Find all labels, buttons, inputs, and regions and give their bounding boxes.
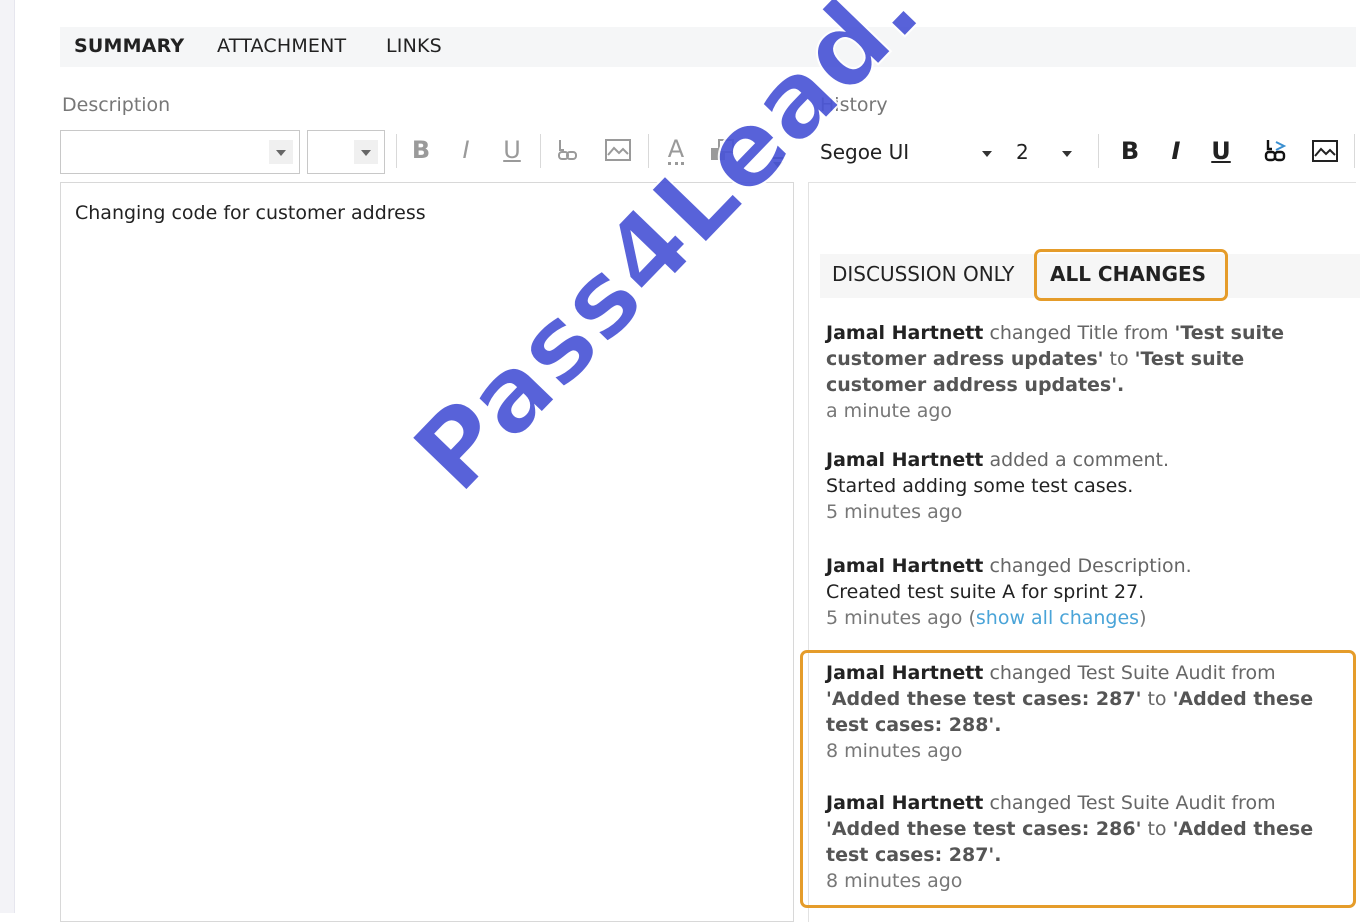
entry-author[interactable]: Jamal Hartnett: [826, 792, 983, 814]
toolbar-divider: [1354, 134, 1355, 168]
entry-field: Test Suite Audit: [1077, 792, 1226, 814]
tab-summary[interactable]: SUMMARY: [74, 35, 184, 57]
entry-author[interactable]: Jamal Hartnett: [826, 322, 983, 344]
filter-discussion-only[interactable]: DISCUSSION ONLY: [832, 262, 1014, 286]
chevron-down-icon[interactable]: [982, 151, 992, 157]
entry-to-word: to: [1147, 688, 1167, 710]
entry-author[interactable]: Jamal Hartnett: [826, 555, 983, 577]
entry-field: Description.: [1077, 555, 1192, 577]
image-icon: [605, 139, 631, 161]
entry-field: Title: [1077, 322, 1119, 344]
tab-links[interactable]: LINKS: [386, 35, 442, 57]
tab-attachment[interactable]: ATTACHMENT: [217, 35, 346, 57]
toolbar-divider: [396, 134, 397, 168]
history-size-select[interactable]: 2: [1016, 140, 1029, 164]
entry-time: 5 minutes ago: [826, 501, 963, 523]
entry-from-word: from: [1124, 322, 1169, 344]
entry-verb: changed: [989, 555, 1072, 577]
font-size-select[interactable]: [307, 130, 385, 174]
history-entry: Jamal Hartnett changed Description. Crea…: [826, 553, 1326, 631]
toolbar-divider: [540, 134, 541, 168]
link-button[interactable]: [550, 130, 586, 170]
paren-close: ): [1139, 607, 1147, 629]
entry-time: a minute ago: [826, 400, 953, 422]
insert-image-button[interactable]: [600, 130, 636, 170]
history-entry: Jamal Hartnett changed Test Suite Audit …: [826, 790, 1326, 894]
entry-verb: added a comment.: [989, 449, 1169, 471]
entry-from-word: from: [1231, 792, 1276, 814]
history-bold-button[interactable]: B: [1113, 132, 1147, 170]
entry-verb: changed: [989, 792, 1072, 814]
image-icon: [1312, 140, 1338, 162]
chevron-down-icon[interactable]: [1062, 151, 1072, 157]
history-image-button[interactable]: [1308, 132, 1342, 170]
bold-button[interactable]: B: [403, 130, 439, 170]
chevron-down-icon[interactable]: [269, 140, 293, 164]
history-italic-button[interactable]: I: [1159, 132, 1193, 170]
entry-comment: Started adding some test cases.: [826, 475, 1134, 497]
filter-all-changes[interactable]: ALL CHANGES: [1050, 262, 1206, 286]
entry-old-value: 'Added these test cases: 287': [826, 688, 1142, 710]
description-text: Changing code for customer address: [75, 202, 426, 224]
entry-old-value: 'Added these test cases: 286': [826, 818, 1142, 840]
left-edge-strip: [0, 0, 15, 913]
underline-button[interactable]: U: [494, 130, 530, 170]
entry-field: Test Suite Audit: [1077, 662, 1226, 684]
history-entry: Jamal Hartnett added a comment. Started …: [826, 447, 1326, 525]
chevron-down-icon[interactable]: [354, 140, 378, 164]
description-label: Description: [62, 94, 171, 116]
history-entry: Jamal Hartnett changed Title from 'Test …: [826, 320, 1326, 424]
entry-verb: changed: [989, 662, 1072, 684]
show-all-changes-link[interactable]: show all changes: [976, 607, 1139, 629]
entry-comment: Created test suite A for sprint 27.: [826, 581, 1145, 603]
entry-time: 8 minutes ago: [826, 870, 963, 892]
link-icon: [558, 140, 577, 160]
history-underline-button[interactable]: U: [1204, 132, 1238, 170]
entry-time: 5 minutes ago: [826, 607, 963, 629]
link-icon: [1264, 140, 1287, 162]
entry-from-word: from: [1231, 662, 1276, 684]
entry-to-word: to: [1147, 818, 1167, 840]
paren-open: (: [968, 607, 976, 629]
history-entry: Jamal Hartnett changed Test Suite Audit …: [826, 660, 1326, 764]
entry-time: 8 minutes ago: [826, 740, 963, 762]
entry-author[interactable]: Jamal Hartnett: [826, 449, 983, 471]
entry-author[interactable]: Jamal Hartnett: [826, 662, 983, 684]
toolbar-divider: [1098, 134, 1099, 168]
italic-button[interactable]: I: [448, 130, 484, 170]
font-family-select[interactable]: [60, 130, 300, 174]
entry-verb: changed: [989, 322, 1072, 344]
history-link-button[interactable]: [1259, 132, 1293, 170]
entry-to-word: to: [1109, 348, 1129, 370]
